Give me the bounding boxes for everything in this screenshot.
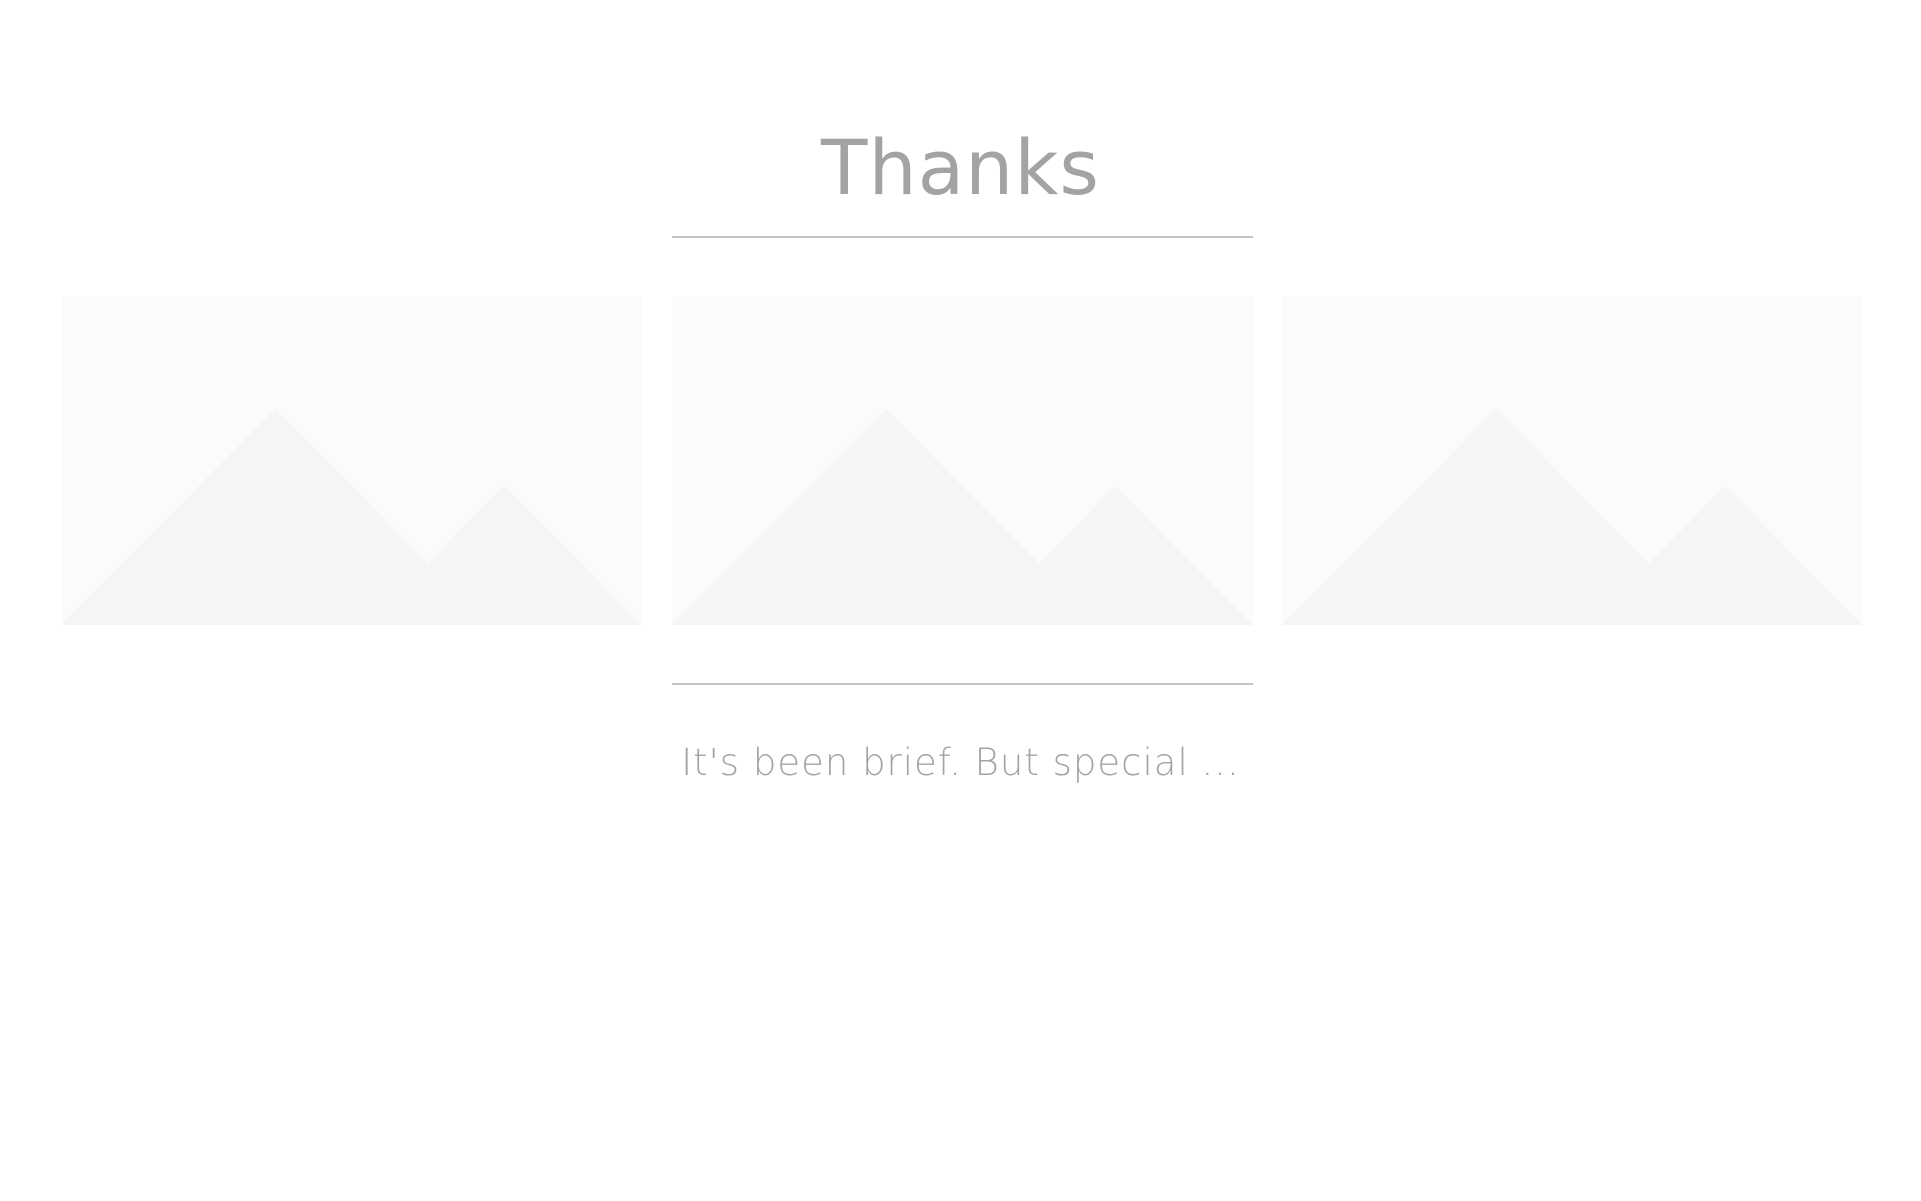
bottom-divider bbox=[672, 683, 1253, 685]
image-placeholder-icon bbox=[672, 296, 1253, 625]
top-divider bbox=[672, 236, 1253, 238]
image-placeholder-icon bbox=[61, 296, 642, 625]
gallery-image-2[interactable] bbox=[672, 296, 1253, 625]
image-gallery bbox=[61, 296, 1863, 625]
image-placeholder-icon bbox=[1282, 296, 1863, 625]
page-title: Thanks bbox=[821, 123, 1100, 212]
page-subtitle: It's been brief. But special ... bbox=[681, 741, 1240, 784]
gallery-image-1[interactable] bbox=[61, 296, 642, 625]
gallery-image-3[interactable] bbox=[1282, 296, 1863, 625]
